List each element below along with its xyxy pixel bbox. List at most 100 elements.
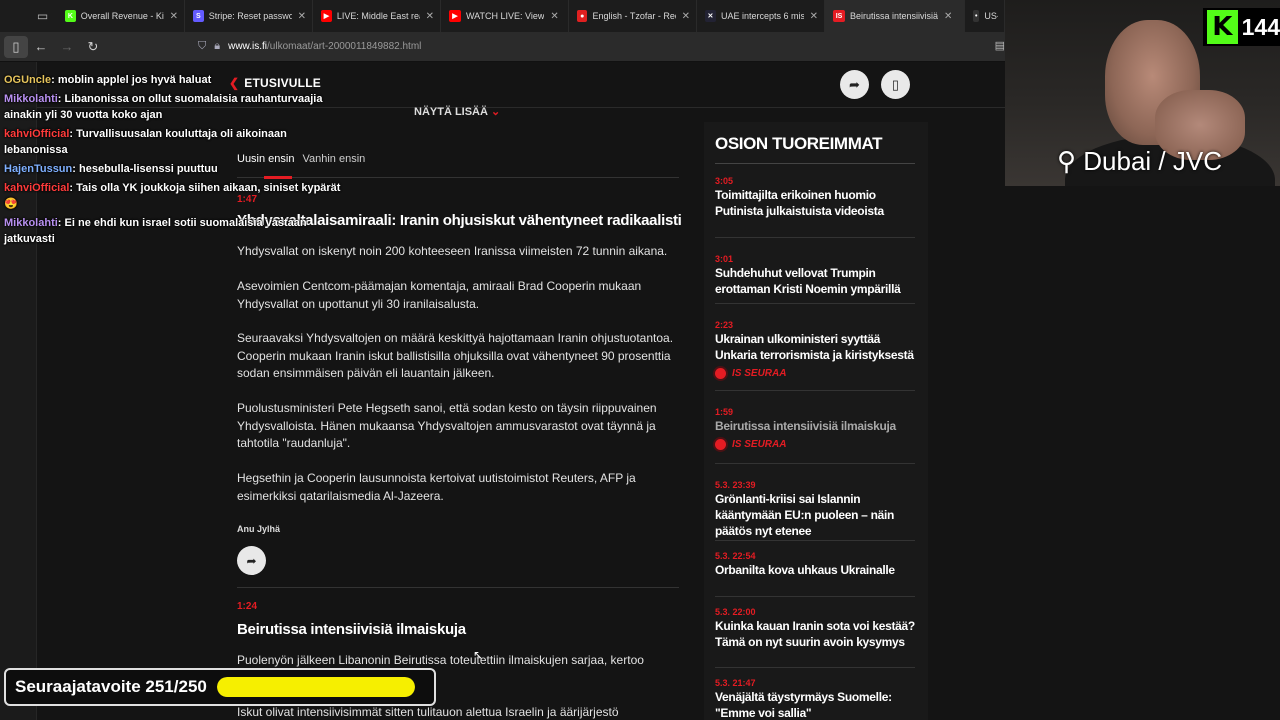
address-bar[interactable]: ⛉ 🔒︎ www.is.fi/ulkomaat/art-200001184988…	[198, 35, 421, 59]
browser-tab[interactable]: S Stripe: Reset password ✕	[185, 0, 313, 32]
browser-tab[interactable]: ▶ WATCH LIVE: View ✕	[441, 0, 569, 32]
browser-tab[interactable]: ✕ UAE intercepts 6 missi ✕	[697, 0, 825, 32]
tab-favicon-icon: ▶	[321, 10, 332, 22]
tab-label: Beirutissa intensiivisiä	[850, 11, 939, 21]
tab-label: Overall Revenue - Kick	[80, 11, 164, 21]
entry-paragraph: Hegsethin ja Cooperin lausunnoista kerto…	[237, 471, 636, 503]
browser-tab[interactable]: ▶ LIVE: Middle East reali ✕	[313, 0, 441, 32]
browser-tab[interactable]: ● English - Tzofar - Red A ✕	[569, 0, 697, 32]
chat-username[interactable]: Mikkolahti	[4, 93, 58, 105]
latest-item-title: Suhdehuhut vellovat Trumpin erottaman Kr…	[715, 266, 901, 296]
section-latest-heading: OSION TUOREIMMAT	[715, 134, 883, 153]
entry-title: Beirutissa intensiivisiä ilmaiskuja	[237, 621, 466, 638]
reader-view-icon[interactable]: ▤	[995, 39, 1005, 52]
chat-username[interactable]: Mikkolahti	[4, 217, 58, 229]
kick-logo-icon: K	[1207, 10, 1238, 44]
show-more-label: NÄYTÄ LISÄÄ	[414, 106, 488, 118]
close-tab-icon[interactable]: ✕	[298, 11, 306, 22]
tab-label: English - Tzofar - Red A	[592, 11, 675, 21]
follower-goal-fill	[216, 677, 415, 697]
url-host: www.is.fi	[228, 41, 268, 52]
chat-message: Mikkolahti: Libanonissa on ollut suomala…	[4, 93, 323, 121]
sidebar-toggle-icon[interactable]: ▯	[4, 35, 28, 58]
lock-icon[interactable]: 🔒︎	[214, 40, 220, 53]
close-tab-icon[interactable]: ✕	[810, 11, 818, 22]
chat-message: kahviOfficial: Turvallisuusalan koulutta…	[4, 128, 287, 156]
reload-icon[interactable]: ↻	[80, 34, 106, 60]
latest-item[interactable]: 5.3. 22:00 Kuinka kauan Iranin sota voi k…	[715, 607, 920, 650]
latest-item-time: 2:23	[715, 320, 734, 330]
share-icon: ➦	[849, 76, 860, 92]
tab-label: US-Isr	[984, 11, 998, 21]
divider	[715, 463, 915, 464]
viewer-counter: K 144	[1203, 8, 1280, 46]
latest-item-time: 3:05	[715, 176, 734, 186]
close-tab-icon[interactable]: ✕	[426, 11, 434, 22]
divider	[715, 667, 915, 668]
divider	[715, 237, 915, 238]
bookmark-button[interactable]: ▯	[881, 70, 910, 99]
chat-username[interactable]: HajenTussun	[4, 163, 72, 175]
entry-paragraph: Puolustusministeri Pete Hegseth sanoi, e…	[237, 401, 657, 450]
chat-text: moblin applel jos hyvä haluat	[57, 74, 212, 86]
latest-item[interactable]: 5.3. 23:39 Grönlanti-kriisi sai Islannin …	[715, 480, 920, 539]
close-tab-icon[interactable]: ✕	[550, 11, 558, 22]
bookmark-icon: ▯	[891, 76, 900, 92]
forward-arrow-icon[interactable]: →	[54, 34, 80, 60]
browser-tab[interactable]: K Overall Revenue - Kick ✕	[57, 0, 185, 32]
entry-paragraph: Seuraavaksi Yhdysvaltojen on määrä keski…	[237, 331, 674, 380]
close-tab-icon[interactable]: ✕	[944, 11, 952, 22]
mouse-cursor-icon: ↖	[473, 648, 484, 662]
viewer-count: 144	[1241, 13, 1280, 40]
chat-message: OGUncle: moblin applel jos hyvä haluat	[4, 74, 212, 86]
tab-favicon-icon: ✕	[705, 10, 716, 22]
latest-item-title: Ukrainan ulkoministeri syyttää Unkaria t…	[715, 332, 914, 362]
latest-item-title: Grönlanti-kriisi sai Islannin kääntymään…	[715, 492, 895, 538]
divider	[715, 596, 915, 597]
browser-tab[interactable]: • US-Isr	[965, 0, 1005, 32]
chat-username[interactable]: OGUncle	[4, 74, 51, 86]
tab-label: Stripe: Reset password	[208, 11, 292, 21]
entry-paragraph: Puolenyön jälkeen Libanonin Beirutissa t…	[237, 653, 644, 667]
screen: ▭ K Overall Revenue - Kick ✕ S Stripe: Reset…	[0, 0, 1280, 720]
divider	[715, 540, 915, 541]
chat-username[interactable]: kahviOfficial	[4, 182, 69, 194]
close-tab-icon[interactable]: ✕	[170, 11, 178, 22]
tab-favicon-icon: S	[193, 10, 204, 22]
stream-chat: OGUncle: moblin applel jos hyvä haluat Mi…	[4, 72, 344, 250]
latest-item-time: 1:59	[715, 407, 734, 417]
share-icon: ➦	[246, 553, 257, 568]
chat-message: HajenTussun: hesebulla-lisenssi puuttuu	[4, 163, 218, 175]
back-arrow-icon[interactable]: ←	[28, 34, 54, 60]
chat-text: hesebulla-lisenssi puuttuu	[79, 163, 218, 175]
chat-message: kahviOfficial: Tais olla YK joukkoja sii…	[4, 182, 341, 210]
url-path: /ulkomaat/art-2000011849882.html	[267, 41, 422, 52]
latest-item[interactable]: 5.3. 22:54 Orbanilta kova uhkaus Ukrainal…	[715, 551, 920, 578]
follower-goal: Seuraajatavoite 251/250	[4, 668, 436, 706]
browser-tab[interactable]: IS Beirutissa intensiivisiä ✕	[825, 0, 965, 32]
latest-item-title: Venäjältä täystyrmäys Suomelle: "Emme vo…	[715, 690, 892, 720]
latest-item[interactable]: 1:59 Beirutissa intensiivisiä ilmaiskuja I…	[715, 407, 920, 450]
tab-favicon-icon: ▶	[449, 10, 461, 22]
latest-item[interactable]: 3:05 Toimittajilta erikoinen huomio Putin…	[715, 176, 920, 219]
tab-manager-icon[interactable]: ▭	[28, 0, 57, 32]
latest-item[interactable]: 2:23 Ukrainan ulkoministeri syyttää Unkar…	[715, 320, 920, 379]
share-button[interactable]: ➦	[840, 70, 869, 99]
shield-icon[interactable]: ⛉	[198, 40, 206, 53]
badge-label: IS SEURAA	[732, 368, 787, 379]
latest-item[interactable]: 5.3. 21:47 Venäjältä täystyrmäys Suomelle…	[715, 678, 920, 720]
entry-share-button[interactable]: ➦	[237, 546, 266, 575]
show-more-button[interactable]: NÄYTÄ LISÄÄ ⌄	[414, 105, 500, 118]
live-dot-icon	[715, 368, 726, 379]
latest-item-time: 5.3. 23:39	[715, 480, 756, 490]
latest-item[interactable]: 3:01 Suhdehuhut vellovat Trumpin erottama…	[715, 254, 920, 297]
close-tab-icon[interactable]: ✕	[682, 11, 690, 22]
chevron-down-icon: ⌄	[491, 106, 501, 118]
chat-username[interactable]: kahviOfficial	[4, 128, 69, 140]
latest-item-time: 5.3. 22:00	[715, 607, 756, 617]
latest-item-time: 5.3. 22:54	[715, 551, 756, 561]
tab-label: UAE intercepts 6 missi	[720, 11, 804, 21]
follower-goal-bar	[216, 677, 415, 697]
browser-tab-bar: ▭ K Overall Revenue - Kick ✕ S Stripe: Reset…	[0, 0, 1005, 32]
latest-item-time: 5.3. 21:47	[715, 678, 756, 688]
